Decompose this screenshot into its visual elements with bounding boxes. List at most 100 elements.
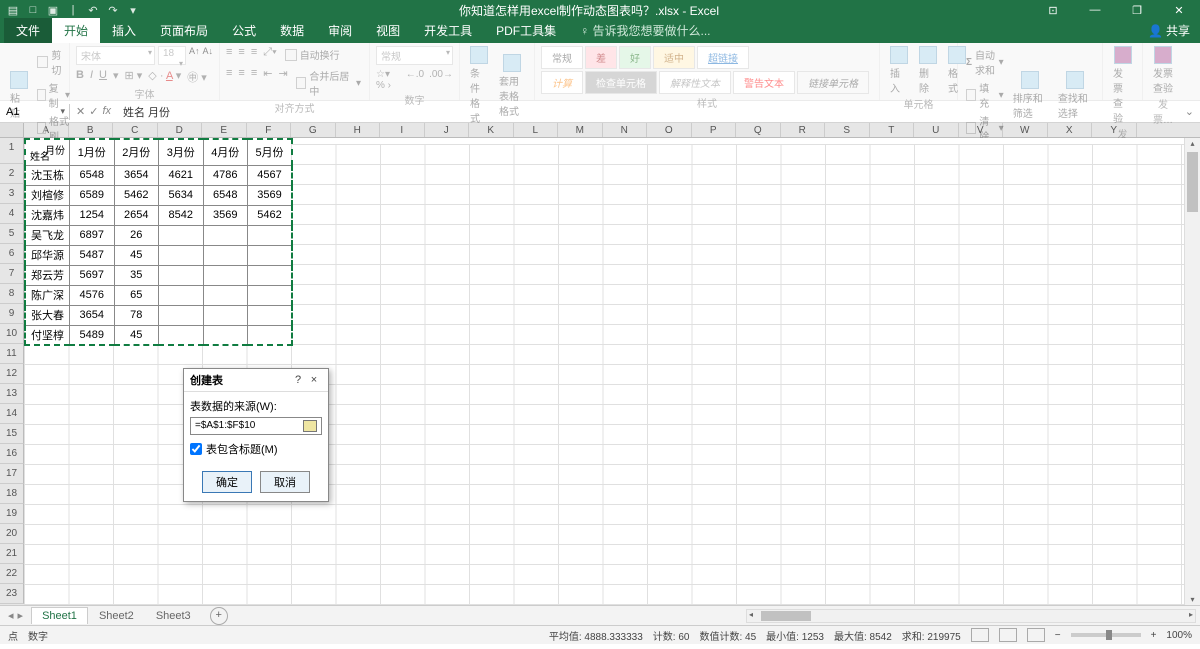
- tab-dev[interactable]: 开发工具: [412, 18, 484, 43]
- column-header[interactable]: C: [113, 123, 158, 137]
- table-data-cell[interactable]: 45: [114, 245, 159, 265]
- table-data-cell[interactable]: 1254: [70, 205, 115, 225]
- tab-layout[interactable]: 页面布局: [148, 18, 220, 43]
- table-data-cell[interactable]: 26: [114, 225, 159, 245]
- align-center-icon[interactable]: ≡: [238, 67, 244, 99]
- style-check[interactable]: 检查单元格: [585, 71, 657, 94]
- table-data-cell[interactable]: 78: [114, 305, 159, 325]
- dialog-close-icon[interactable]: ×: [306, 374, 322, 386]
- row-header[interactable]: 4: [0, 204, 24, 224]
- cancel-fx-icon[interactable]: ✕: [76, 105, 85, 118]
- table-data-cell[interactable]: 5634: [159, 185, 204, 205]
- accept-fx-icon[interactable]: ✓: [89, 105, 98, 118]
- delete-cells-button[interactable]: 删除: [915, 46, 941, 95]
- qat-customize-icon[interactable]: ▾: [126, 3, 140, 17]
- tell-me[interactable]: ♀ 告诉我您想要做什么...: [568, 18, 722, 43]
- table-name-cell[interactable]: 张大春: [25, 305, 70, 325]
- table-data-cell[interactable]: [159, 285, 204, 305]
- table-data-cell[interactable]: 6548: [203, 185, 248, 205]
- table-data-cell[interactable]: [159, 225, 204, 245]
- tab-review[interactable]: 审阅: [316, 18, 364, 43]
- column-header[interactable]: Q: [736, 123, 781, 137]
- grow-font-icon[interactable]: A↑: [189, 46, 200, 65]
- vertical-scrollbar[interactable]: [1184, 138, 1200, 605]
- invoice2-button[interactable]: 发票查验: [1149, 46, 1177, 95]
- table-data-cell[interactable]: 5462: [248, 205, 293, 225]
- table-data-cell[interactable]: [159, 305, 204, 325]
- table-header-cell[interactable]: 4月份: [203, 139, 248, 165]
- dialog-help-icon[interactable]: ?: [290, 374, 306, 386]
- column-header[interactable]: F: [247, 123, 292, 137]
- column-header[interactable]: J: [425, 123, 470, 137]
- table-name-cell[interactable]: 邱华源: [25, 245, 70, 265]
- column-header[interactable]: N: [603, 123, 648, 137]
- row-header[interactable]: 22: [0, 564, 24, 584]
- row-header[interactable]: 7: [0, 264, 24, 284]
- style-expl[interactable]: 解释性文本: [659, 71, 731, 94]
- table-data-cell[interactable]: 5697: [70, 265, 115, 285]
- column-header[interactable]: M: [558, 123, 603, 137]
- new-icon[interactable]: □: [26, 3, 40, 17]
- row-header[interactable]: 6: [0, 244, 24, 264]
- italic-button[interactable]: I: [90, 69, 93, 85]
- font-size-combo[interactable]: 18: [158, 46, 186, 65]
- orient-icon[interactable]: ⤢▾: [263, 46, 276, 63]
- table-data-cell[interactable]: [159, 245, 204, 265]
- tab-file[interactable]: 文件: [4, 18, 52, 43]
- fx-icon[interactable]: fx: [102, 105, 111, 118]
- row-header[interactable]: 11: [0, 344, 24, 364]
- share-button[interactable]: 👤 共享: [1138, 18, 1200, 43]
- row-header[interactable]: 15: [0, 424, 24, 444]
- align-mid-icon[interactable]: ≡: [238, 46, 244, 63]
- table-data-cell[interactable]: [203, 285, 248, 305]
- table-data-cell[interactable]: 65: [114, 285, 159, 305]
- ribbon-display-icon[interactable]: ⊡: [1038, 4, 1068, 17]
- table-name-cell[interactable]: 沈嘉炜: [25, 205, 70, 225]
- undo-icon[interactable]: ↶: [86, 3, 100, 17]
- merge-button[interactable]: 合并后居中 ▾: [294, 67, 363, 99]
- table-data-cell[interactable]: [203, 305, 248, 325]
- indent-dec-icon[interactable]: ⇤: [263, 67, 272, 99]
- sheet-tab-2[interactable]: Sheet2: [88, 607, 145, 624]
- fill-button[interactable]: 填充 ▾: [964, 79, 1006, 111]
- table-data-cell[interactable]: 3654: [70, 305, 115, 325]
- table-data-cell[interactable]: [248, 225, 293, 245]
- table-name-cell[interactable]: 郑云芳: [25, 265, 70, 285]
- style-normal[interactable]: 常规: [541, 46, 583, 69]
- minimize-icon[interactable]: —: [1080, 4, 1110, 17]
- table-name-cell[interactable]: 沈玉栋: [25, 165, 70, 185]
- table-data-cell[interactable]: [248, 325, 293, 345]
- table-name-cell[interactable]: 付坚椁: [25, 325, 70, 345]
- align-left-icon[interactable]: ≡: [226, 67, 232, 99]
- dialog-cancel-button[interactable]: 取消: [260, 471, 310, 493]
- view-normal-button[interactable]: [971, 628, 989, 642]
- fill-button[interactable]: ◇ · A ▾: [148, 69, 181, 85]
- row-header[interactable]: 8: [0, 284, 24, 304]
- indent-inc-icon[interactable]: ⇥: [278, 67, 287, 99]
- row-header[interactable]: 2: [0, 164, 24, 184]
- table-format-button[interactable]: 套用表格格式: [495, 54, 528, 118]
- dec-inc-icon[interactable]: ←.0: [406, 69, 424, 91]
- name-box[interactable]: A1: [0, 104, 70, 120]
- table-header-cell[interactable]: 5月份: [248, 139, 293, 165]
- row-header[interactable]: 18: [0, 484, 24, 504]
- table-data-cell[interactable]: [159, 265, 204, 285]
- tab-view[interactable]: 视图: [364, 18, 412, 43]
- column-header[interactable]: I: [380, 123, 425, 137]
- table-data-cell[interactable]: 4567: [248, 165, 293, 185]
- row-header[interactable]: 14: [0, 404, 24, 424]
- column-header[interactable]: T: [870, 123, 915, 137]
- find-select-button[interactable]: 查找和选择: [1054, 71, 1096, 120]
- number-format-combo[interactable]: 常规: [376, 46, 453, 65]
- table-data-cell[interactable]: 5462: [114, 185, 159, 205]
- column-header[interactable]: D: [158, 123, 203, 137]
- style-neutral[interactable]: 适中: [653, 46, 695, 69]
- row-header[interactable]: 20: [0, 524, 24, 544]
- table-data-cell[interactable]: [248, 305, 293, 325]
- align-bot-icon[interactable]: ≡: [251, 46, 257, 63]
- tab-data[interactable]: 数据: [268, 18, 316, 43]
- table-data-cell[interactable]: 4621: [159, 165, 204, 185]
- table-header-cell[interactable]: 1月份: [70, 139, 115, 165]
- table-data-cell[interactable]: 5487: [70, 245, 115, 265]
- table-data-cell[interactable]: [203, 245, 248, 265]
